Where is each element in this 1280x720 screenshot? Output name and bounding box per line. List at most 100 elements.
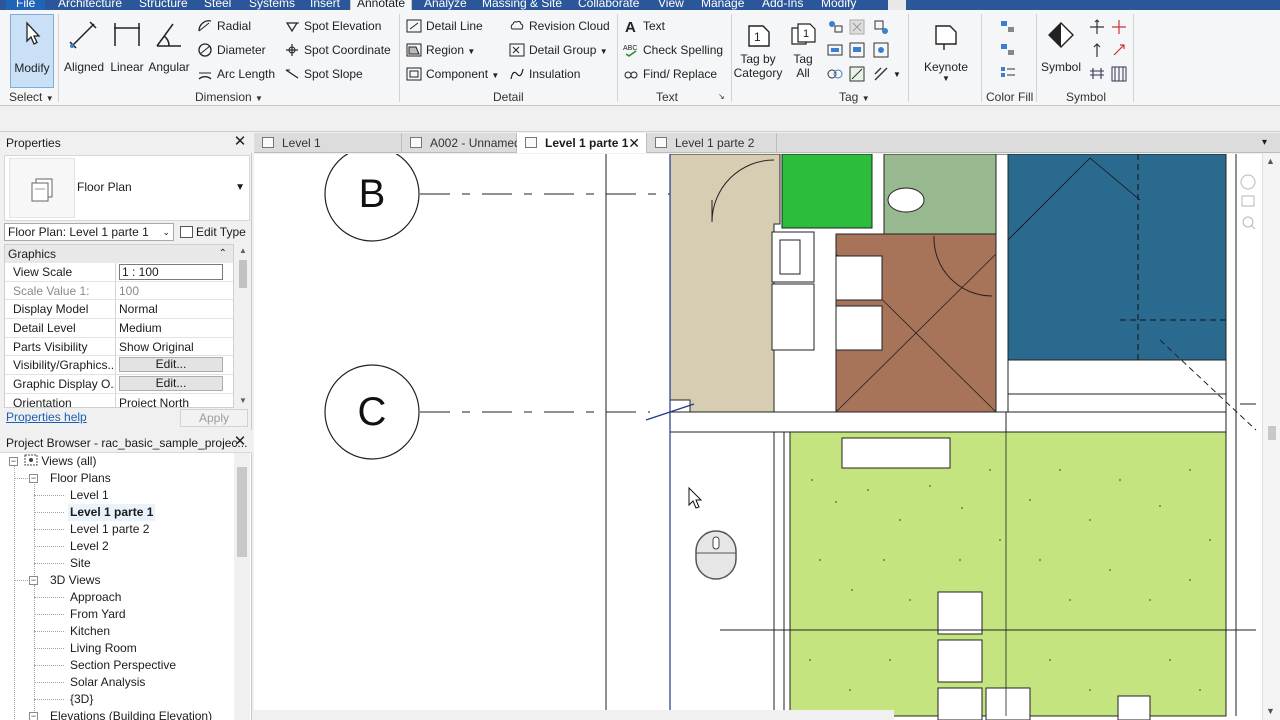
tab-architecture[interactable]: Architecture (58, 0, 122, 10)
tag-by-category-button[interactable]: 1 Tag by Category (733, 14, 783, 86)
properties-close-icon[interactable]: ✕ (233, 134, 247, 149)
multi-category-tag-icon[interactable] (848, 18, 866, 36)
scroll-up-icon[interactable]: ▲ (1266, 156, 1275, 166)
ribbon-options-icon[interactable] (888, 0, 906, 10)
span-direction-icon[interactable] (1088, 18, 1106, 36)
display-model-value[interactable]: Normal (116, 300, 233, 318)
properties-help-link[interactable]: Properties help (6, 410, 87, 424)
tab-annotate[interactable]: Annotate (350, 0, 413, 10)
tag-all-button[interactable]: 1 Tag All (785, 14, 821, 86)
dimension-panel-title[interactable]: Dimension ▼ (195, 90, 263, 104)
check-spelling-button[interactable]: ABC Check Spelling (621, 40, 723, 60)
tree-item-approach[interactable]: Approach (70, 589, 121, 606)
collapse-icon[interactable]: ⌃ (219, 245, 227, 263)
multi-rebar-icon[interactable] (872, 65, 890, 83)
tab-add-ins[interactable]: Add-Ins (762, 0, 803, 10)
tree-item-3d-views[interactable]: 3D Views (50, 572, 100, 589)
detail-group-button[interactable]: Detail Group ▼ (507, 40, 608, 60)
room-lime[interactable] (789, 431, 1227, 717)
arc-length-dimension-button[interactable]: Arc Length (195, 64, 275, 84)
tab-insert[interactable]: Insert (310, 0, 340, 10)
detail-level-value[interactable]: Medium (116, 319, 233, 337)
tab-file[interactable]: File (6, 0, 46, 10)
room-green[interactable] (781, 154, 873, 229)
radial-dimension-button[interactable]: Radial (195, 16, 251, 36)
spot-slope-button[interactable]: Spot Slope (282, 64, 363, 84)
parts-visibility-value[interactable]: Show Original (116, 338, 233, 356)
room-tag-icon[interactable] (848, 41, 866, 59)
tree-item-3d[interactable]: {3D} (70, 691, 93, 708)
room-blue[interactable] (1007, 154, 1227, 361)
scrollbar-thumb[interactable] (239, 260, 247, 288)
keynote-button[interactable]: Keynote ▼ (918, 14, 974, 86)
diameter-dimension-button[interactable]: Diameter (195, 40, 266, 60)
stair-path-icon[interactable] (1088, 41, 1106, 59)
tree-collapse-icon[interactable]: − (29, 576, 38, 585)
tab-collaborate[interactable]: Collaborate (578, 0, 639, 10)
tree-item-level-1-parte-2[interactable]: Level 1 parte 2 (70, 521, 149, 538)
tree-item-views-all[interactable]: Views (all) (24, 453, 96, 470)
tree-expand-icon[interactable]: − (29, 712, 38, 720)
scrollbar-thumb[interactable] (1268, 426, 1276, 440)
area-tag-icon[interactable] (826, 41, 844, 59)
material-tag-icon[interactable] (872, 18, 890, 36)
component-button[interactable]: Component ▼ (404, 64, 499, 84)
tree-item-solar-analysis[interactable]: Solar Analysis (70, 674, 145, 691)
view-tab-level-1-parte-1[interactable]: Level 1 parte 1 ✕ (517, 133, 647, 153)
modify-button[interactable]: Modify (10, 14, 54, 88)
type-dropdown-icon[interactable]: ▼ (235, 182, 245, 193)
tab-steel[interactable]: Steel (204, 0, 231, 10)
tabs-overflow-icon[interactable]: ▾ (1262, 133, 1274, 153)
close-tab-icon[interactable]: ✕ (628, 133, 640, 153)
tree-collapse-icon[interactable]: − (9, 457, 18, 466)
area-reinforcement-icon[interactable] (1110, 41, 1128, 59)
properties-scrollbar[interactable]: ▲ ▼ (236, 244, 250, 408)
beam-symbol-icon[interactable] (1110, 18, 1128, 36)
tree-item-living-room[interactable]: Living Room (70, 640, 137, 657)
path-reinforcement-icon[interactable] (1088, 65, 1106, 83)
tab-structure[interactable]: Structure (139, 0, 188, 10)
insulation-button[interactable]: Insulation (507, 64, 580, 84)
scroll-down-icon[interactable]: ▼ (1266, 706, 1275, 716)
linear-dimension-button[interactable]: Linear (107, 14, 147, 86)
tab-analyze[interactable]: Analyze (424, 0, 467, 10)
spot-coordinate-button[interactable]: Spot Coordinate (282, 40, 391, 60)
tree-item-level-1-parte-1[interactable]: Level 1 parte 1 (68, 504, 156, 521)
apply-button[interactable]: Apply (180, 409, 248, 427)
beam-annotations-icon[interactable] (826, 18, 844, 36)
tree-item-from-yard[interactable]: From Yard (70, 606, 126, 623)
duct-legend-icon[interactable] (999, 18, 1017, 36)
select-panel-title[interactable]: Select ▼ (9, 90, 54, 104)
edit-type-button[interactable]: Edit Type (178, 223, 246, 241)
properties-group-header[interactable]: Graphics ⌃ (5, 245, 233, 263)
tab-manage[interactable]: Manage (701, 0, 744, 10)
navigation-bar-icon[interactable] (1238, 172, 1258, 242)
region-button[interactable]: Region ▼ (404, 40, 475, 60)
tab-modify[interactable]: Modify (821, 0, 856, 10)
scroll-down-icon[interactable]: ▼ (238, 396, 248, 405)
browser-scrollbar[interactable] (234, 453, 250, 720)
scrollbar-thumb[interactable] (237, 467, 247, 557)
tree-item-site[interactable]: Site (70, 555, 91, 572)
tread-number-icon[interactable] (848, 65, 866, 83)
drawing-canvas[interactable]: B C ▲ ▼ (254, 154, 1280, 720)
tree-item-kitchen[interactable]: Kitchen (70, 623, 110, 640)
room-corridor[interactable] (669, 154, 781, 413)
tab-massing-site[interactable]: Massing & Site (482, 0, 562, 10)
symbol-button[interactable]: Symbol (1038, 14, 1084, 86)
tree-item-level-2[interactable]: Level 2 (70, 538, 109, 555)
fabric-reinforcement-icon[interactable] (1110, 65, 1128, 83)
revision-cloud-button[interactable]: Revision Cloud (507, 16, 610, 36)
aligned-dimension-button[interactable]: Aligned (62, 14, 106, 86)
spot-elevation-button[interactable]: Spot Elevation (282, 16, 381, 36)
view-instance-selector[interactable]: Floor Plan: Level 1 parte 1 ⌄ (4, 223, 174, 241)
type-selector[interactable]: Floor Plan ▼ (4, 155, 250, 221)
orientation-value[interactable]: Project North (116, 394, 233, 407)
view-scale-field[interactable]: 1 : 100 (119, 264, 223, 280)
view-tab-level-1-parte-2[interactable]: Level 1 parte 2 (647, 133, 777, 153)
tree-item-level-1[interactable]: Level 1 (70, 487, 109, 504)
find-replace-button[interactable]: Find/ Replace (621, 64, 717, 84)
canvas-vertical-scrollbar[interactable]: ▲ ▼ (1262, 154, 1280, 720)
keynote-dropdown-icon[interactable]: ▼ (918, 74, 974, 83)
tab-view[interactable]: View (658, 0, 684, 10)
